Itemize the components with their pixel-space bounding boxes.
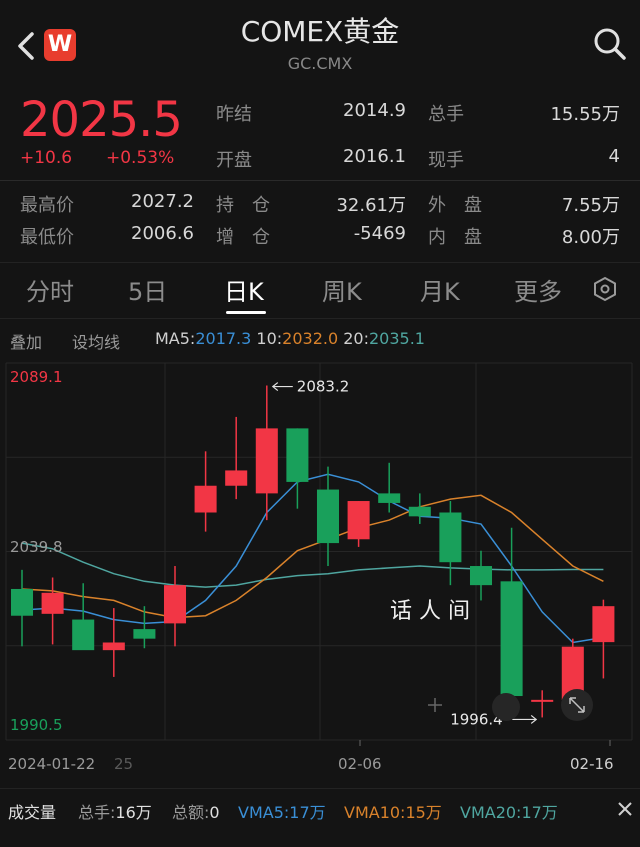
x-axis-label: 02-06 [338,755,382,773]
chart-grid [5,362,633,741]
page-title: COMEX黄金 [240,15,400,48]
settings-icon[interactable] [592,276,618,302]
candle-body [102,642,125,651]
last-price: 2025.5 [20,92,183,148]
tab-daily-k[interactable]: 日K [224,272,264,307]
stat-value: 2016.1 [343,146,406,167]
vma5-value: VMA5:17万 [238,803,326,822]
volume-title: 成交量 [8,803,57,822]
high-annotation: 2083.2 [297,378,350,396]
vma10-value: VMA10:15万 [344,803,442,822]
stat-value: 2014.9 [343,100,406,121]
y-axis-bottom-label: 1990.5 [10,716,63,734]
candle-body [439,512,462,563]
tab-weekly-k[interactable]: 周K [322,272,362,307]
tab-intraday[interactable]: 分时 [26,272,74,307]
candle-body [378,493,401,503]
stat-label: 外 盘 [428,195,482,216]
ma20-value: 2035.1 [368,329,425,348]
stat-value: 2006.6 [131,223,194,244]
header: W COMEX黄金 GC.CMX [0,0,640,90]
candle-body [133,629,156,639]
candle-body [225,470,248,486]
divider [0,788,640,789]
candle-body [194,485,217,513]
divider [0,180,640,181]
search-icon[interactable] [592,26,628,62]
candle-body [286,428,309,482]
candle-body [469,566,493,586]
stat-label: 增 仓 [216,227,270,248]
price-change-pct: +0.53% [106,148,175,168]
overlay-button[interactable]: 叠加 [10,329,42,353]
candle-body [41,592,64,614]
stat-value: 15.55万 [550,104,620,125]
active-tab-indicator [226,311,266,314]
stat-label: 昨结 [216,104,252,125]
candlestick-chart[interactable]: 2089.12039.81990.52083.21996.4话 人 间2024-… [0,355,640,775]
candle-body [163,585,187,624]
y-axis-top-label: 2089.1 [10,368,63,386]
x-axis-label-fragment: 25 [114,755,133,773]
candle-body [316,489,340,544]
stat-value: 4 [608,146,620,167]
stat-value: 7.55万 [561,195,620,216]
stat-label: 最低价 [20,227,74,248]
ma10-label: 10: [256,329,283,348]
zoom-button [492,693,520,721]
x-axis-label: 2024-01-22 [8,755,95,773]
set-ma-button[interactable]: 设均线 [72,329,120,353]
candle-body [531,699,554,702]
symbol-code: GC.CMX [287,54,353,73]
candle-body [592,606,615,643]
stat-value: 8.00万 [561,227,620,248]
ma20-line [21,542,604,588]
ma5-label: MA5: [155,329,196,348]
watermark-text: 话 人 间 [390,599,470,624]
stat-label: 内 盘 [428,227,482,248]
candle-body [72,619,95,651]
price-change: +10.6 [20,148,73,168]
candle-body [10,588,34,616]
total-hands: 总手:16万 [78,803,152,822]
candle-body [500,581,523,697]
tab-monthly-k[interactable]: 月K [420,272,460,307]
tab-5day[interactable]: 5日 [128,272,167,307]
stat-value: 32.61万 [336,195,406,216]
divider [0,318,640,319]
tab-more[interactable]: 更多 [514,272,562,307]
ma5-value: 2017.3 [195,329,252,348]
stat-label: 总手 [428,104,464,125]
ma20-label: 20: [343,329,369,348]
total-amount: 总额:0 [172,803,220,822]
stat-label: 持 仓 [216,195,270,216]
candle-body [347,501,370,540]
ma-legend: MA5:2017.3 10:2032.0 20:2035.1 [155,329,425,348]
stat-label: 开盘 [216,150,252,171]
stat-label: 现手 [428,150,464,171]
ma10-value: 2032.0 [282,329,339,348]
x-axis-label: 02-16 [570,755,614,773]
stat-label: 最高价 [20,195,74,216]
close-icon[interactable] [616,800,634,818]
divider [0,262,640,263]
candle-body [255,428,278,494]
stat-value: 2027.2 [131,191,194,212]
candle-body [408,506,431,517]
y-axis-mid-label: 2039.8 [10,538,63,556]
vma20-value: VMA20:17万 [460,803,558,822]
stat-value: -5469 [353,223,406,244]
